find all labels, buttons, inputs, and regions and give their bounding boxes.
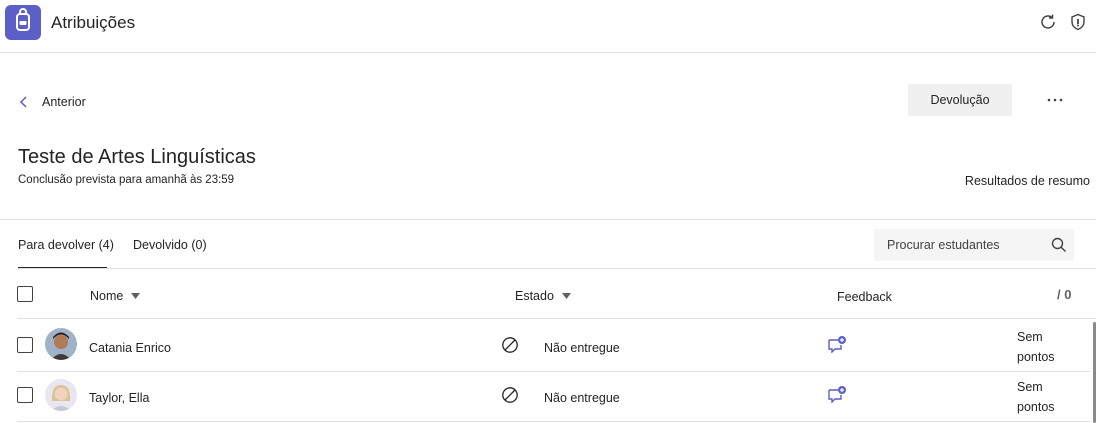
shield-icon[interactable] [1068,12,1088,32]
student-name[interactable]: Taylor, Ella [89,391,149,405]
column-header-feedback-label: Feedback [837,290,892,304]
more-horizontal-icon[interactable] [1042,90,1068,110]
avatar [45,379,77,411]
column-header-name[interactable]: Nome [90,289,141,303]
row-divider [17,421,1090,422]
assignment-title: Teste de Artes Linguísticas [18,146,256,168]
column-header-name-label: Nome [90,289,124,303]
student-name[interactable]: Catania Enrico [89,341,171,355]
status-text: Não entregue [544,341,620,355]
backpack-icon [5,5,41,40]
row-divider [17,371,1090,372]
row-checkbox[interactable] [17,337,33,353]
avatar [45,328,77,360]
assignment-due-date: Conclusão prevista para amanhã às 23:59 [18,174,235,186]
tab-to-return[interactable]: Para devolver (4) [18,238,114,252]
refresh-icon[interactable] [1038,12,1058,32]
search-input[interactable] [874,229,1044,261]
app-header: Atribuições [0,0,1096,53]
row-checkbox[interactable] [17,387,33,403]
blocked-icon [502,387,518,403]
back-link[interactable]: Anterior [18,93,86,111]
status-text: Não entregue [544,391,620,405]
points-value: Sem pontos [1017,330,1055,364]
back-link-label: Anterior [42,95,86,109]
tabs-divider [17,268,1096,269]
app-title: Atribuições [51,13,136,32]
chevron-left-icon [19,96,27,108]
section-divider [0,219,1096,220]
return-button[interactable]: Devolução [908,84,1012,116]
caret-down-icon [561,293,571,299]
search-icon[interactable] [1050,236,1068,254]
column-header-status[interactable]: Estado [515,289,571,303]
select-all-checkbox[interactable] [17,286,33,302]
add-feedback-icon[interactable] [827,335,847,353]
tab-returned[interactable]: Devolvido (0) [133,238,207,252]
header-divider [17,318,1096,319]
summary-results-link[interactable]: Resultados de resumo [965,174,1090,188]
points-value: Sem pontos [1017,380,1055,414]
points-total: / 0 [1057,287,1072,302]
search-box [874,229,1074,261]
column-header-feedback: Feedback [837,290,892,304]
blocked-icon [502,337,518,353]
add-feedback-icon[interactable] [827,385,847,403]
caret-down-icon [131,293,141,299]
column-header-status-label: Estado [515,289,554,303]
